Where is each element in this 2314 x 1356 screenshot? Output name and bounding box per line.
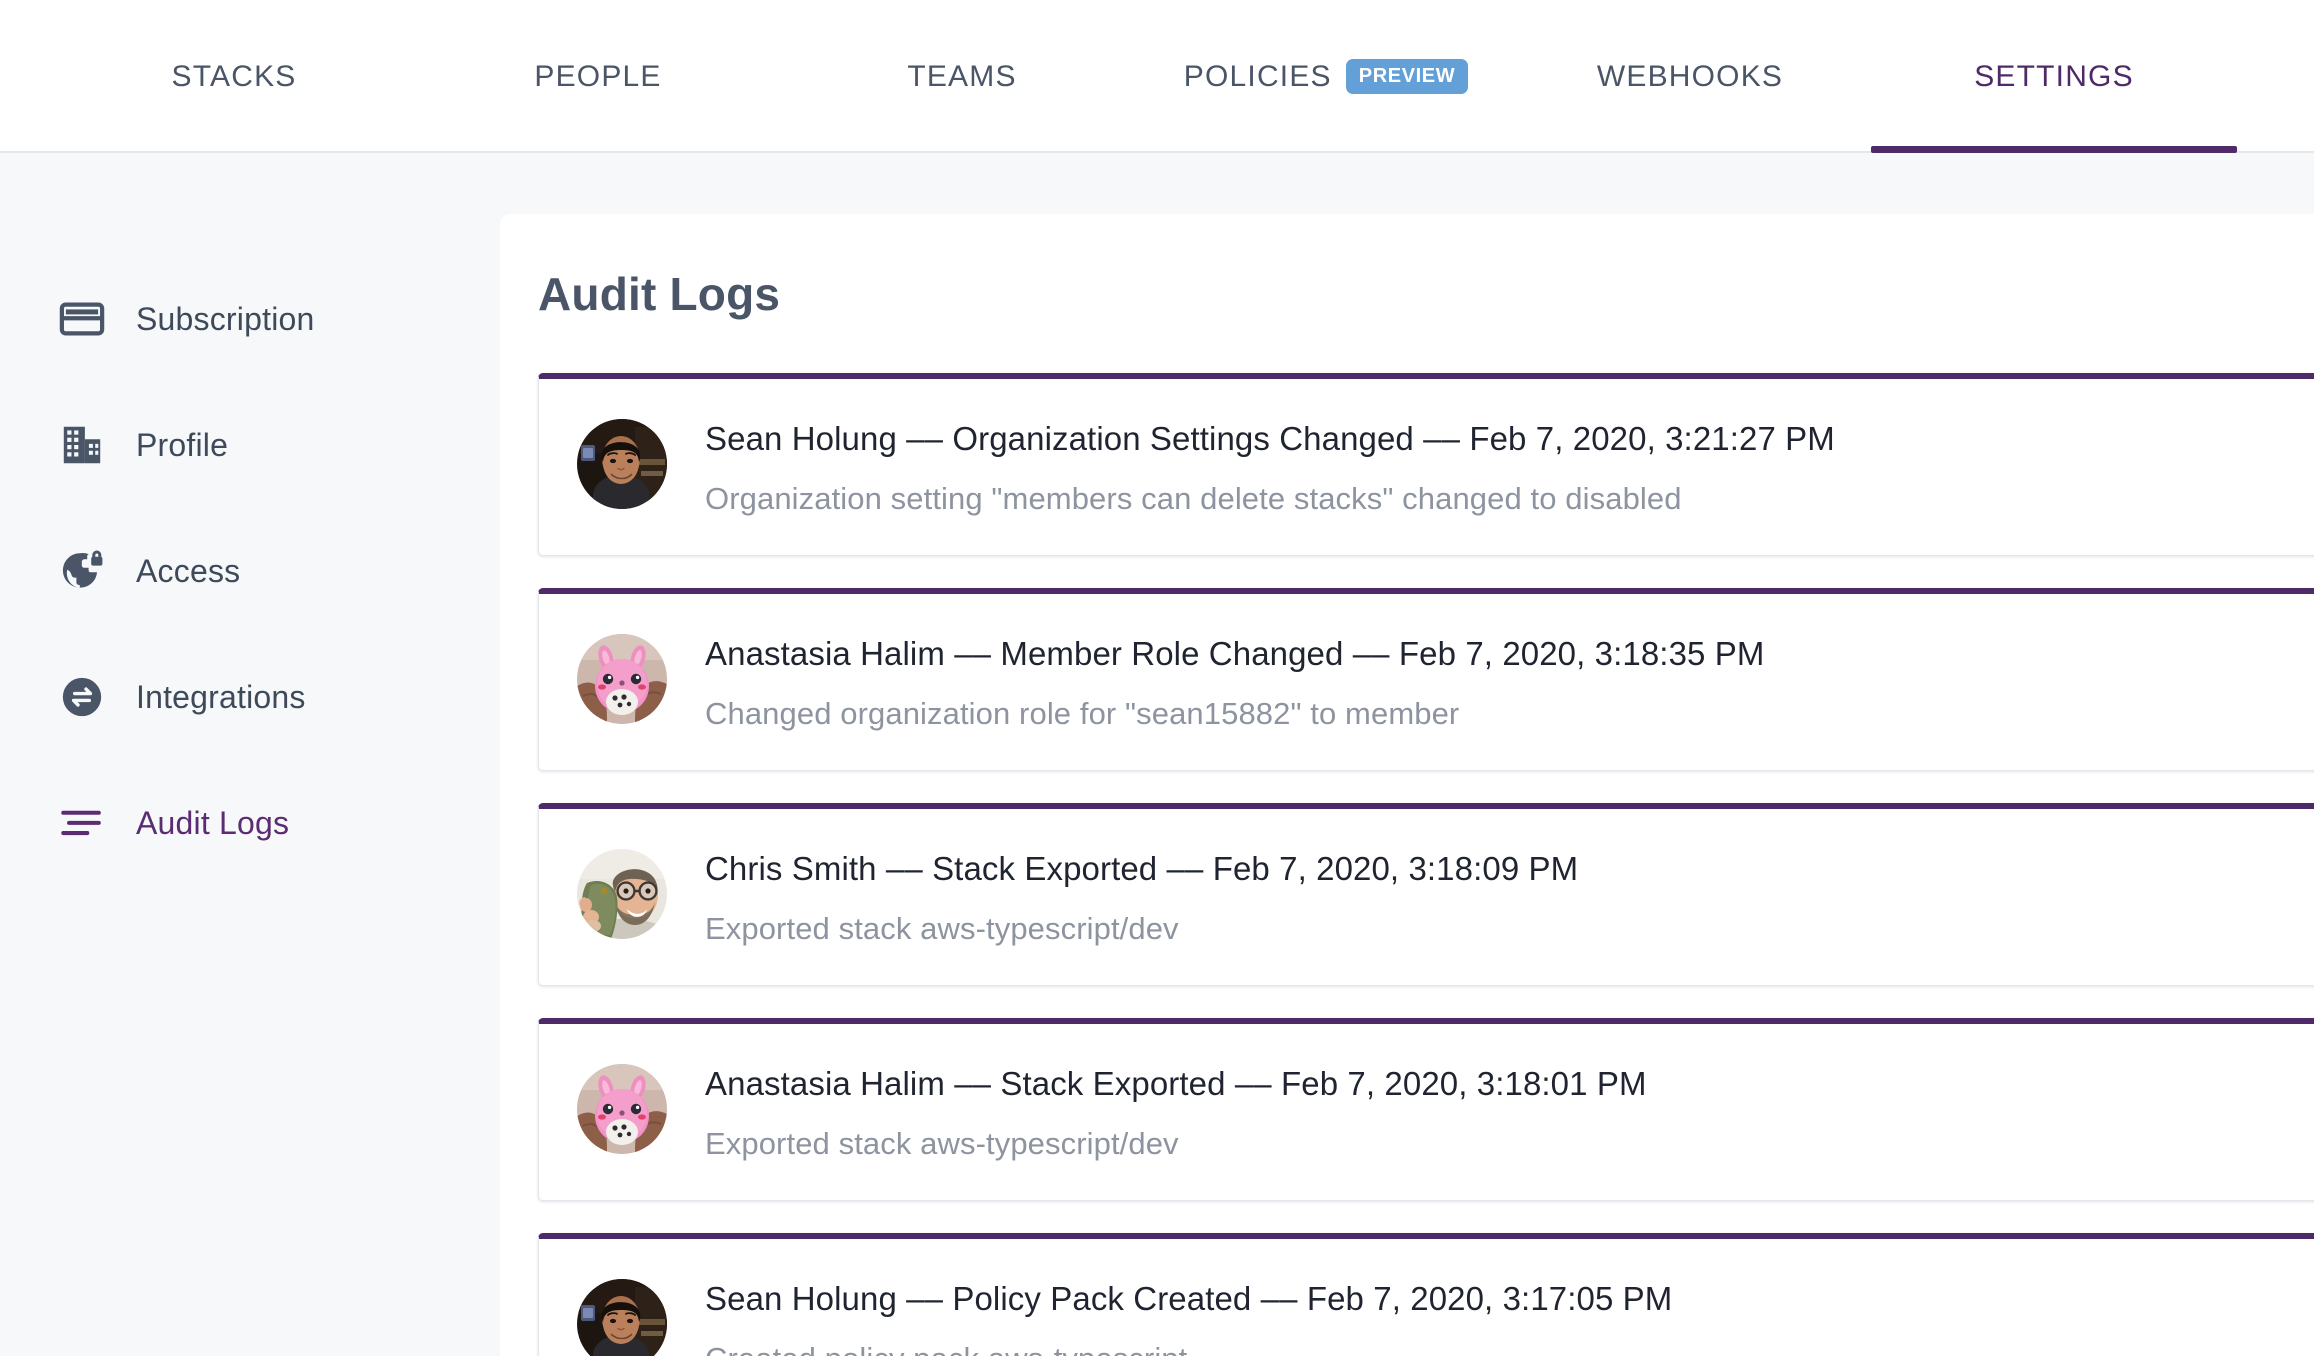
avatar xyxy=(577,1279,667,1356)
page-body: Subscription Profile Access Integrations xyxy=(0,153,2314,1356)
exchange-circle-icon xyxy=(58,673,106,721)
tab-teams-label: TEAMS xyxy=(907,59,1017,93)
sidebar-item-audit-logs[interactable]: Audit Logs xyxy=(0,760,500,886)
sidebar-item-audit-logs-label: Audit Logs xyxy=(136,804,290,841)
audit-log-entry[interactable]: Sean Holung –– Organization Settings Cha… xyxy=(538,373,2314,556)
audit-log-title: Sean Holung –– Policy Pack Created –– Fe… xyxy=(705,1280,1673,1317)
tab-people[interactable]: PEOPLE xyxy=(416,0,780,153)
app-root: STACKS PEOPLE TEAMS POLICIES PREVIEW WEB… xyxy=(0,0,2314,1356)
audit-log-text: Sean Holung –– Organization Settings Cha… xyxy=(667,416,1835,519)
audit-log-entry[interactable]: Anastasia Halim –– Stack Exported –– Feb… xyxy=(538,1018,2314,1201)
audit-log-list: Sean Holung –– Organization Settings Cha… xyxy=(500,321,2314,1356)
avatar xyxy=(577,1064,667,1154)
tab-stacks[interactable]: STACKS xyxy=(52,0,416,153)
audit-logs-panel: Audit Logs Sean Holung –– Organization S… xyxy=(500,214,2314,1356)
credit-card-icon xyxy=(58,295,106,343)
audit-log-entry[interactable]: Anastasia Halim –– Member Role Changed –… xyxy=(538,588,2314,771)
tab-webhooks-label: WEBHOOKS xyxy=(1596,59,1784,93)
tab-policies[interactable]: POLICIES PREVIEW xyxy=(1144,0,1508,153)
audit-log-title: Chris Smith –– Stack Exported –– Feb 7, … xyxy=(705,850,1579,887)
top-navigation: STACKS PEOPLE TEAMS POLICIES PREVIEW WEB… xyxy=(0,0,2314,153)
sidebar-item-access[interactable]: Access xyxy=(0,508,500,634)
sidebar-item-integrations[interactable]: Integrations xyxy=(0,634,500,760)
sidebar-item-integrations-label: Integrations xyxy=(136,678,306,715)
tab-teams[interactable]: TEAMS xyxy=(780,0,1144,153)
audit-log-entry[interactable]: Sean Holung –– Policy Pack Created –– Fe… xyxy=(538,1233,2314,1356)
audit-log-description: Created policy pack aws-typescript xyxy=(705,1340,1672,1356)
audit-log-description: Organization setting "members can delete… xyxy=(705,481,1682,517)
audit-log-text: Chris Smith –– Stack Exported –– Feb 7, … xyxy=(667,846,1578,949)
building-icon xyxy=(58,421,106,469)
audit-log-title: Anastasia Halim –– Stack Exported –– Feb… xyxy=(705,1065,1647,1102)
audit-log-description: Exported stack aws-typescript/dev xyxy=(705,1126,1179,1162)
settings-sidebar: Subscription Profile Access Integrations xyxy=(0,153,500,1356)
audit-log-entry[interactable]: Chris Smith –– Stack Exported –– Feb 7, … xyxy=(538,803,2314,986)
audit-log-description: Exported stack aws-typescript/dev xyxy=(705,911,1179,947)
sidebar-item-access-label: Access xyxy=(136,552,241,589)
audit-log-title: Sean Holung –– Organization Settings Cha… xyxy=(705,420,1835,457)
audit-log-text: Anastasia Halim –– Member Role Changed –… xyxy=(667,631,1764,734)
page-title: Audit Logs xyxy=(538,268,781,320)
top-nav-items: STACKS PEOPLE TEAMS POLICIES PREVIEW WEB… xyxy=(0,0,2236,153)
tab-settings[interactable]: SETTINGS xyxy=(1872,0,2236,153)
avatar xyxy=(577,634,667,724)
audit-log-text: Sean Holung –– Policy Pack Created –– Fe… xyxy=(667,1276,1672,1356)
sidebar-item-profile-label: Profile xyxy=(136,426,229,463)
tab-people-label: PEOPLE xyxy=(534,59,662,93)
tab-stacks-label: STACKS xyxy=(171,59,297,93)
avatar xyxy=(577,849,667,939)
policies-preview-badge: PREVIEW xyxy=(1345,59,1469,94)
tab-webhooks[interactable]: WEBHOOKS xyxy=(1508,0,1872,153)
lines-icon xyxy=(58,799,106,847)
avatar xyxy=(577,419,667,509)
audit-log-title: Anastasia Halim –– Member Role Changed –… xyxy=(705,635,1765,672)
sidebar-item-profile[interactable]: Profile xyxy=(0,382,500,508)
tab-settings-label: SETTINGS xyxy=(1974,59,2134,93)
audit-log-description: Changed organization role for "sean15882… xyxy=(705,696,1460,732)
tab-policies-label: POLICIES xyxy=(1183,59,1332,93)
sidebar-item-subscription-label: Subscription xyxy=(136,300,315,337)
globe-lock-icon xyxy=(58,547,106,595)
sidebar-item-subscription[interactable]: Subscription xyxy=(0,256,500,382)
audit-log-text: Anastasia Halim –– Stack Exported –– Feb… xyxy=(667,1061,1647,1164)
